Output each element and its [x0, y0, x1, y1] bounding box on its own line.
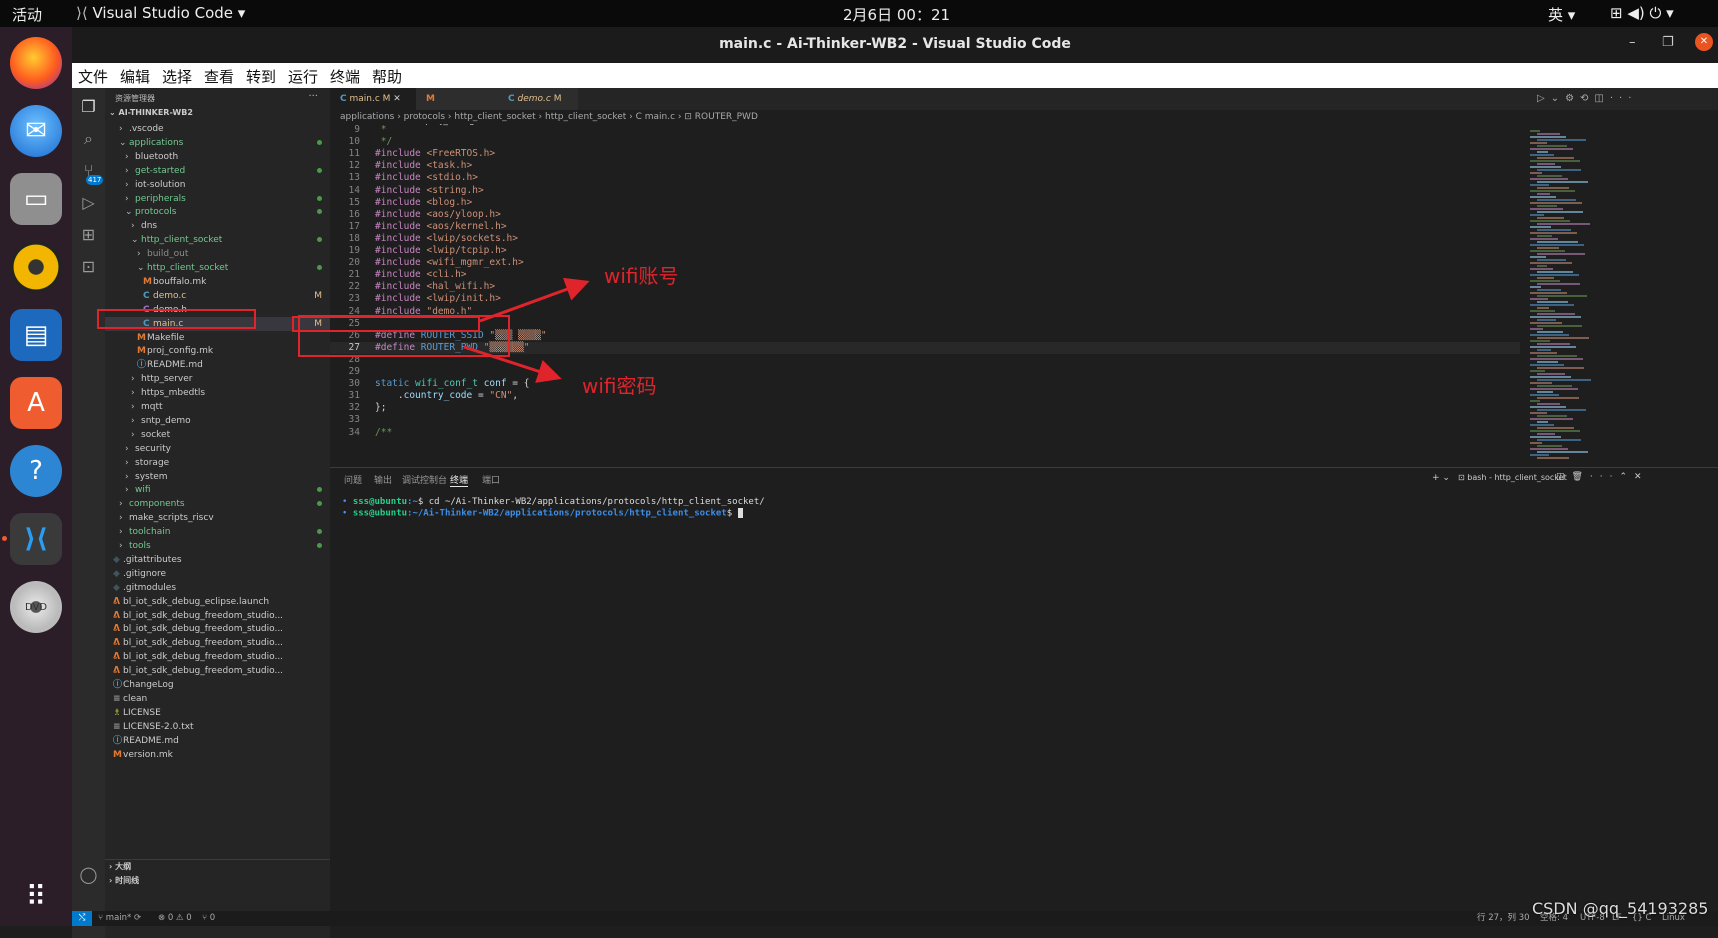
rhythmbox-icon[interactable] [10, 241, 62, 293]
ssid-annotation: wifi账号 [604, 264, 679, 288]
vscode-dock-icon[interactable]: ⟩⟨ [10, 513, 62, 565]
firefox-icon[interactable] [10, 37, 62, 89]
input-method-indicator[interactable]: 英 ▾ [1548, 4, 1575, 25]
writer-icon[interactable]: ▤ [10, 309, 62, 361]
pwd-annotation: wifi密码 [582, 374, 657, 398]
show-apps-icon[interactable]: ⠿ [10, 870, 62, 922]
app-center-icon[interactable]: A [10, 377, 62, 429]
clock[interactable]: 2月6日 00：21 [843, 4, 950, 25]
ports-indicator[interactable]: ⑂ 0 [202, 911, 215, 926]
ssid-arrow [479, 277, 590, 323]
help-icon[interactable]: ? [10, 445, 62, 497]
dock: ✉ ▭ ▤ A ? ⟩⟨ DVD ⠿ [0, 27, 72, 926]
running-indicator [2, 536, 7, 541]
dvd-icon[interactable]: DVD [10, 581, 62, 633]
files-icon[interactable]: ▭ [10, 173, 62, 225]
vscode-window: main.c - Ai-Thinker-WB2 - Visual Studio … [72, 27, 1718, 938]
activities-button[interactable]: 活动 [12, 4, 42, 25]
app-name: Visual Studio Code ▾ [92, 4, 246, 22]
status-bar: ⤭ ⑂ main* ⟳ ⊗ 0 ⚠ 0 ⑂ 0 行 27，列 30 空格: 4 … [72, 911, 1718, 926]
branch-indicator[interactable]: ⑂ main* ⟳ [98, 911, 141, 926]
problems-indicator[interactable]: ⊗ 0 ⚠ 0 [158, 911, 192, 926]
vscode-app-menu[interactable]: ⟩⟨ Visual Studio Code ▾ [76, 4, 245, 22]
system-tray[interactable]: ⊞ ◀) ⏻ ▾ [1610, 4, 1674, 22]
thunderbird-icon[interactable]: ✉ [10, 105, 62, 157]
csdn-watermark: CSDN @qq_54193285 [1532, 899, 1709, 918]
cursor-position[interactable]: 行 27，列 30 [1477, 911, 1530, 926]
system-top-bar: 活动 ⟩⟨ Visual Studio Code ▾ 2月6日 00：21 英 … [0, 0, 1718, 27]
annotation-arrows [463, 277, 590, 383]
vscode-icon: ⟩⟨ [76, 4, 88, 22]
remote-indicator-icon[interactable]: ⤭ [72, 911, 92, 926]
pwd-arrow [463, 345, 562, 383]
